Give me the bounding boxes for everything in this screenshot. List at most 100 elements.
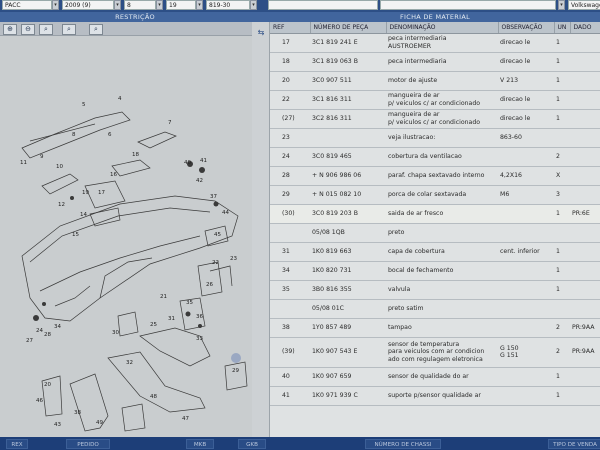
denomination-cell: porca de colar sextavada [386,185,498,205]
zoom-out-icon[interactable]: ⊖ [21,24,35,35]
table-row[interactable]: 24 3C0 819 465 cobertura da ventilacao 2 [270,147,600,167]
data-cell [570,386,600,406]
main-group-field[interactable]: 8 [124,0,156,10]
observation-cell [498,299,554,319]
table-row[interactable]: 35 3B0 816 355 valvula 1 [270,280,600,300]
callout-label: 45 [214,232,221,238]
sub-group-dropdown[interactable]: ▾ [196,0,203,10]
part-number-cell [310,128,386,148]
callout-label: 41 [200,158,207,164]
part-number-cell: 3C1 816 311 [310,90,386,110]
observation-cell: G 150 G 151 [498,337,554,368]
denomination-cell: veja ilustracao: [386,128,498,148]
callout-label: 14 [80,212,87,218]
data-cell [570,185,600,205]
observation-cell [498,261,554,281]
unit-cell [554,299,570,319]
ref-cell: 40 [270,367,310,387]
chassis-number-button[interactable]: NÚMERO DE CHASSI [365,439,441,449]
filter-field-b[interactable] [380,0,556,10]
exploded-parts-diagram[interactable]: 4 5 6 7 8 9 10 11 12 14 15 16 17 18 19 2… [0,36,252,436]
ref-cell: (30) [270,203,310,224]
model-dropdown[interactable]: ▾ [52,0,59,10]
table-row[interactable]: (27) 3C2 816 311 mangueira de ar p/ veicul… [270,109,600,129]
parts-catalog-window: PACC ▾ 2009 (9) ▾ 8 ▾ 19 ▾ 819-30 ▾ ▾ Vo… [0,0,600,450]
table-row[interactable]: 22 3C1 816 311 mangueira de ar p/ veiculos… [270,90,600,110]
ref-cell: (27) [270,109,310,129]
table-row[interactable]: (39) 1K0 907 543 Esensor de temperatura p… [270,337,600,368]
sale-type-button[interactable]: TIPO DE VENDA [548,439,600,449]
ref-cell: 28 [270,166,310,186]
zoom-area-icon[interactable]: ⌕ [62,24,76,35]
model-field[interactable]: PACC [2,0,52,10]
ref-cell: 31 [270,242,310,262]
table-row[interactable]: 05/08 1QB preto [270,223,600,243]
unit-cell: X [554,166,570,186]
brand-field[interactable]: Volkswagen [568,0,600,10]
sub-group-field[interactable]: 19 [166,0,196,10]
table-row[interactable]: 38 1Y0 857 489 tampao 2 PR:9AA [270,318,600,338]
filter-field-a[interactable] [268,0,378,10]
data-cell [570,33,600,53]
col-header-unit[interactable]: UN [554,22,571,34]
data-cell [570,71,600,91]
callout-label: 27 [26,338,33,344]
col-header-data[interactable]: DADO [570,22,600,34]
expand-arrows-icon[interactable]: ⇆ [255,28,267,38]
table-row[interactable]: 05/08 01C preto satim [270,299,600,319]
unit-cell [554,128,570,148]
callout-label: 46 [36,398,43,404]
data-cell [570,299,600,319]
zoom-in-icon[interactable]: ⊕ [3,24,17,35]
table-row[interactable]: 40 1K0 907 659 sensor de qualidade do ar 1 [270,367,600,387]
data-cell [570,166,600,186]
col-header-denomination[interactable]: DENOMINAÇÃO [386,22,499,34]
callout-label: 21 [160,294,167,300]
table-row[interactable]: 41 1K0 971 939 Csuporte p/sensor qualidad… [270,386,600,406]
data-cell: PR:9AA [570,337,600,368]
year-dropdown[interactable]: ▾ [114,0,121,10]
denomination-cell: saida de ar fresco [386,203,498,224]
ref-cell: 38 [270,318,310,338]
col-header-part-number[interactable]: NÚMERO DE PEÇA [310,22,387,34]
observation-cell: 863-60 [498,128,554,148]
part-number-cell: + N 015 082 10 [310,185,386,205]
unit-cell: 2 [554,337,570,368]
part-number-cell: 3C2 816 311 [310,109,386,129]
gkb-button[interactable]: GKB [238,439,266,449]
parts-table: REF NÚMERO DE PEÇA DENOMINAÇÃO OBSERVAÇÃ… [270,22,600,406]
col-header-observation[interactable]: OBSERVAÇÃO [498,22,555,34]
filter-dropdown[interactable]: ▾ [558,0,565,10]
table-row[interactable]: 20 3C0 907 511 motor de ajuste V 213 1 [270,71,600,91]
table-row[interactable]: 31 1K0 819 663 capa de cobertura cent. infe… [270,242,600,262]
denomination-cell: cobertura da ventilacao [386,147,498,167]
callout-label: 28 [44,332,51,338]
table-row[interactable]: 17 3C1 819 241 Epeca intermediaria AUSTRO… [270,33,600,53]
year-field[interactable]: 2009 (9) [62,0,114,10]
table-row[interactable]: (30) 3C0 819 203 Bsaida de ar fresco 1 PR:6… [270,203,600,224]
order-button[interactable]: PEDIDO [66,439,110,449]
col-header-ref[interactable]: REF [270,22,311,34]
table-row[interactable]: 28 + N 906 986 06 paraf. chapa sextavado i… [270,166,600,186]
illustration-field[interactable]: 819-30 [206,0,250,10]
callout-label: 34 [54,324,61,330]
data-cell [570,242,600,262]
table-row[interactable]: 18 3C1 819 063 Bpeca intermediaria direcao… [270,52,600,72]
zoom-fit-icon[interactable]: ⌕ [39,24,53,35]
callout-label: 36 [196,314,203,320]
table-row[interactable]: 29 + N 015 082 10 porca de colar sextavada… [270,185,600,205]
main-group-dropdown[interactable]: ▾ [156,0,163,10]
data-cell [570,109,600,129]
observation-cell [498,203,554,224]
callout-label: 43 [54,422,61,428]
zoom-reset-icon[interactable]: ⌕ [89,24,103,35]
table-row[interactable]: 23 veja ilustracao: 863-60 [270,128,600,148]
rex-button[interactable]: REX [6,439,28,449]
callout-label: 33 [196,336,203,342]
illustration-dropdown[interactable]: ▾ [250,0,257,10]
ref-cell: 22 [270,90,310,110]
unit-cell: 2 [554,147,570,167]
mkb-button[interactable]: MKB [186,439,214,449]
table-row[interactable]: 34 1K0 820 731 bocal de fechamento 1 [270,261,600,281]
part-number-cell: 1Y0 857 489 [310,318,386,338]
